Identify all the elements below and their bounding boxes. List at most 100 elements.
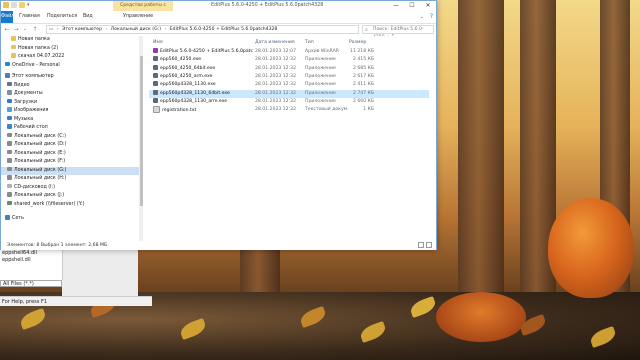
cd-drive-icon xyxy=(7,183,12,189)
cloud-icon xyxy=(5,61,10,67)
maximize-button[interactable]: ☐ xyxy=(404,1,420,11)
file-list: Имя Дата изменения Тип Размер EditPlus 5… xyxy=(145,36,436,241)
file-type-filter[interactable]: All Files (*.*) xyxy=(0,280,62,287)
file-name: EditPlus 5.6.0-4250 + EditPlus 5.6.0patc… xyxy=(160,49,253,54)
nav-item[interactable]: Документы xyxy=(1,90,139,99)
file-size: 2 685 КБ xyxy=(352,65,374,71)
nav-item-label: OneDrive - Personal xyxy=(12,62,60,68)
file-row[interactable]: epp560_4250.exe 28.01.2023 12:32 Приложени… xyxy=(149,56,429,64)
tab-share[interactable]: Поделиться xyxy=(47,11,77,23)
large-icons-view-icon[interactable] xyxy=(426,242,432,248)
tab-view[interactable]: Вид xyxy=(83,11,93,23)
nav-item[interactable]: Локальный диск (E:) xyxy=(1,149,139,159)
nav-item-label: Этот компьютер xyxy=(12,74,54,79)
breadcrumb-drive[interactable]: Локальный диск (G:) xyxy=(111,27,161,32)
nav-item[interactable]: Локальный диск (D:) xyxy=(1,141,139,150)
address-computer-icon: ▭ xyxy=(49,27,54,32)
file-size: 11 218 КБ xyxy=(350,49,374,54)
back-arrow-icon[interactable]: ← xyxy=(3,25,11,34)
background-file-item[interactable]: eppshell64.dll xyxy=(0,250,62,257)
up-arrow-icon[interactable]: ↑ xyxy=(31,25,39,34)
address-row: ← → ⌄ ↑ ▭ › Этот компьютер › Локальный д… xyxy=(1,24,436,40)
file-row[interactable]: epp560p4328_1130_64bit.exe 28.01.2023 12:… xyxy=(149,89,429,98)
nav-item[interactable]: Этот компьютер xyxy=(1,73,139,82)
file-date: 28.01.2023 12:32 xyxy=(255,65,297,71)
nav-item[interactable]: Рабочий стол xyxy=(1,124,139,133)
file-date: 28.01.2023 12:32 xyxy=(255,98,297,104)
chevron-down-icon[interactable]: ▾ xyxy=(27,2,30,8)
nav-item-label: Локальный диск (J:) xyxy=(14,193,65,198)
nav-item[interactable]: Локальный диск (G:) xyxy=(1,166,139,175)
column-header-size[interactable]: Размер xyxy=(349,40,366,45)
nav-item[interactable]: Музыка xyxy=(1,115,139,125)
file-row[interactable]: epp560_4250_64bit.exe 28.01.2023 12:32 При… xyxy=(149,64,429,73)
recent-chevron-icon[interactable]: ⌄ xyxy=(21,25,29,34)
navigation-pane: Новая папка Новая папка (2) скачал 04.07.2… xyxy=(1,36,139,241)
navigation-scrollbar[interactable] xyxy=(139,36,143,241)
computer-icon xyxy=(5,73,10,78)
drive-icon xyxy=(7,192,12,197)
nav-item-label: Сеть xyxy=(12,216,24,221)
nav-item[interactable]: скачал 04.07.2022 xyxy=(1,53,139,62)
file-size: 2 660 КБ xyxy=(352,98,374,104)
application-icon xyxy=(153,72,158,78)
properties-icon[interactable] xyxy=(11,2,17,8)
nav-item[interactable]: Видео xyxy=(1,81,139,91)
background-app-statusbar: For Help, press F1 xyxy=(0,296,152,306)
background-app-panel xyxy=(62,250,138,296)
status-text: Элементов: 8 Выбран 1 элемент: 2,68 МБ xyxy=(7,243,108,248)
tab-file[interactable]: Файл xyxy=(1,11,14,23)
file-row[interactable]: registration.txt 28.01.2023 12:32 Текстовы… xyxy=(149,106,429,114)
nav-item[interactable]: Новая папка xyxy=(1,36,139,45)
column-header-date[interactable]: Дата изменения xyxy=(255,40,295,45)
nav-item[interactable]: Локальный диск (H:) xyxy=(1,175,139,184)
nav-item[interactable]: Загрузки xyxy=(1,98,139,108)
file-row[interactable]: epp560_4250_arm.exe 28.01.2023 12:32 Прило… xyxy=(149,72,429,81)
nav-item[interactable]: Сеть xyxy=(1,215,139,224)
nav-item[interactable]: Локальный диск (C:) xyxy=(1,132,139,142)
search-box[interactable]: ⌕ Поиск: EditPlus 5.6.0-4250 + E... xyxy=(362,25,434,40)
forward-arrow-icon[interactable]: → xyxy=(12,25,20,34)
file-type: Приложение xyxy=(305,73,336,79)
nav-item[interactable]: Новая папка (2) xyxy=(1,44,139,54)
music-icon xyxy=(7,115,12,121)
folder-icon xyxy=(3,2,9,8)
nav-item[interactable]: Локальный диск (J:) xyxy=(1,192,139,201)
file-row[interactable]: epp560p4328_1130.exe 28.01.2023 12:32 Прил… xyxy=(149,81,429,89)
file-row[interactable]: epp560p4328_1130_arm.exe 28.01.2023 12:32… xyxy=(149,97,429,106)
nav-item[interactable]: shared_work (\\fileserver) (Y:) xyxy=(1,200,139,210)
nav-item-label: Новая папка xyxy=(18,37,50,42)
file-type: Приложение xyxy=(305,57,336,63)
close-button[interactable]: ✕ xyxy=(420,1,436,11)
drive-icon xyxy=(7,166,12,172)
drive-icon xyxy=(7,158,12,163)
nav-item[interactable]: CD-дисковод (I:) xyxy=(1,183,139,193)
nav-item[interactable]: Изображения xyxy=(1,107,139,116)
file-size: 1 КБ xyxy=(363,107,374,113)
column-header-name[interactable]: Имя xyxy=(153,40,163,45)
download-icon xyxy=(7,98,12,104)
file-date: 28.01.2023 12:32 xyxy=(255,90,297,96)
minimize-button[interactable]: — xyxy=(388,1,404,11)
nav-item[interactable]: Локальный диск (F:) xyxy=(1,158,139,167)
drive-icon xyxy=(7,141,12,146)
folder-icon xyxy=(11,53,16,58)
expand-ribbon-icon[interactable]: ⌄ xyxy=(420,14,424,20)
file-name: epp560_4250_arm.exe xyxy=(160,73,213,79)
breadcrumb-folder[interactable]: EditPlus 5.6.0-4250 + EditPlus 5.6.0patc… xyxy=(170,27,278,32)
new-folder-icon[interactable] xyxy=(19,2,25,8)
tab-manage[interactable]: Управление xyxy=(123,11,154,23)
tab-home[interactable]: Главная xyxy=(19,11,40,23)
title-bar[interactable]: ▾ Средства работы с приложениями EditPlu… xyxy=(1,1,436,18)
file-date: 28.01.2023 12:32 xyxy=(255,73,297,79)
details-view-icon[interactable] xyxy=(418,242,424,248)
address-bar[interactable]: ▭ › Этот компьютер › Локальный диск (G:)… xyxy=(46,25,359,34)
background-file-item[interactable]: eppshell.dll xyxy=(0,257,62,264)
help-icon[interactable]: ? xyxy=(430,13,433,20)
column-header-type[interactable]: Тип xyxy=(305,40,314,45)
nav-item[interactable]: OneDrive - Personal xyxy=(1,61,139,71)
file-row[interactable]: EditPlus 5.6.0-4250 + EditPlus 5.6.0patc… xyxy=(149,48,429,56)
file-name: epp560_4250.exe xyxy=(160,57,202,63)
file-name: epp560p4328_1130_arm.exe xyxy=(160,98,228,104)
breadcrumb-computer[interactable]: Этот компьютер xyxy=(62,27,102,32)
